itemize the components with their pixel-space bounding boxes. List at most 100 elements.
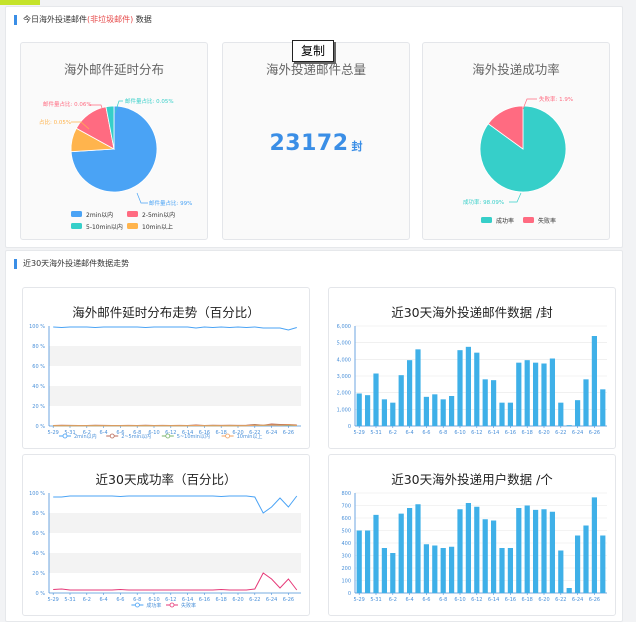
delay-pie-chart: 邮件量占比: 0.06% 邮件量占比: 0.05% 占比: 0.05% 邮件量占…	[39, 97, 192, 231]
mail-volume-chart: 6,000 5,000 4,000 3,000 2,000 1,000 05-29 5-31 6…	[337, 324, 607, 436]
series-line	[53, 495, 298, 514]
x-tick-label: 6-26	[283, 597, 294, 603]
legend-5-10min: 5-10min以内	[86, 223, 123, 231]
bar	[558, 402, 564, 426]
y-tick-label: 1,000	[337, 407, 351, 413]
trend-panel: 近30天海外投递邮件数据走势 海外邮件延时分布走势（百分比） 100 % 80 %…	[5, 250, 623, 622]
y-tick-label: 100	[341, 579, 351, 585]
bar	[373, 514, 379, 593]
delay-legend: 2min以内 2-5min以内 5-10min以内 10min以上	[71, 211, 175, 231]
bar	[583, 525, 589, 593]
bar	[465, 503, 472, 593]
y-tick-label: 0	[348, 424, 351, 430]
pie-label-10min: 占比: 0.05%	[39, 118, 71, 126]
x-tick-label: 6-4	[406, 597, 414, 603]
x-tick-label: 5-31	[370, 597, 381, 603]
bar	[406, 360, 413, 426]
y-tick-label: 2,000	[337, 391, 351, 397]
x-tick-label: 5-29	[354, 597, 365, 603]
x-tick-label: 6-16	[505, 430, 516, 436]
y-tick-label: 80 %	[32, 511, 45, 517]
series-line	[53, 572, 298, 591]
bar	[356, 393, 362, 426]
x-tick-label: 6-14	[488, 597, 499, 603]
x-tick-label: 6-10	[454, 597, 465, 603]
x-tick-label: 6-6	[422, 430, 430, 436]
bar	[516, 508, 522, 593]
y-tick-label: 0 %	[35, 591, 45, 597]
today-panel-title: 今日海外投递邮件(非垃圾邮件) 数据	[14, 15, 152, 25]
y-tick-label: 800	[341, 491, 351, 497]
x-tick-label: 5-31	[64, 597, 75, 603]
legend-swatch-2min	[71, 211, 82, 217]
bar	[482, 519, 488, 593]
y-tick-label: 20 %	[32, 571, 45, 577]
x-tick-label: 6-14	[488, 430, 499, 436]
pie-label-success: 成功率: 98.09%	[463, 198, 504, 206]
x-tick-label: 6-8	[439, 597, 447, 603]
bar	[398, 375, 404, 426]
bar	[499, 402, 505, 426]
bar	[574, 400, 581, 426]
copy-button[interactable]: 复制	[292, 40, 334, 62]
x-tick-label: 6-16	[199, 597, 210, 603]
legend-2min: 2min以内	[86, 211, 113, 219]
bar	[532, 362, 539, 426]
bar	[507, 402, 514, 426]
x-tick-label: 6-20	[538, 597, 549, 603]
bar	[516, 362, 522, 426]
total-count: 23172 封	[223, 131, 409, 156]
mail-volume-card: 近30天海外投递邮件数据 /封 6,000 5,000 4,000 3,000 2,00…	[328, 287, 616, 449]
x-tick-label: 6-12	[471, 597, 482, 603]
x-tick-label: 6-24	[572, 430, 583, 436]
legend-success: 成功率	[496, 217, 514, 225]
y-tick-label: 100 %	[29, 324, 45, 330]
user-volume-chart: 800 700 600 500 400 300 200 100 05-29 5-31 6-2 6-4 6…	[341, 491, 607, 603]
x-tick-label: 6-2	[389, 597, 397, 603]
x-tick-label: 6-22	[555, 597, 566, 603]
legend-label: 2min以内	[74, 433, 97, 440]
success-trend-chart: 100 % 80 % 60 % 40 % 20 % 0 %5-29 5-31 6-2 6-4 6-…	[29, 491, 301, 609]
x-tick-label: 6-22	[249, 597, 260, 603]
y-tick-label: 200	[341, 566, 351, 572]
legend-label: 成功率	[146, 602, 161, 609]
x-tick-label: 6-22	[555, 430, 566, 436]
y-tick-label: 40 %	[32, 384, 45, 390]
legend-label: 失败率	[181, 602, 196, 609]
x-tick-label: 6-4	[406, 430, 414, 436]
x-tick-label: 6-18	[522, 597, 533, 603]
bar	[423, 396, 430, 426]
bar	[432, 545, 438, 593]
bar	[499, 548, 505, 593]
bar	[474, 352, 480, 426]
bar	[448, 546, 455, 593]
bar	[549, 511, 556, 593]
bar	[356, 530, 362, 593]
bar	[583, 379, 589, 426]
bar	[415, 349, 421, 426]
y-tick-label: 80 %	[32, 344, 45, 350]
x-tick-label: 6-24	[266, 430, 277, 436]
y-tick-label: 20 %	[32, 404, 45, 410]
legend-swatch-5-10min	[71, 223, 82, 229]
bar	[566, 425, 572, 426]
x-tick-label: 6-4	[100, 430, 108, 436]
pie-label-fail: 失败率: 1.9%	[539, 95, 573, 103]
bar	[591, 336, 598, 426]
bar	[406, 508, 413, 593]
x-tick-label: 5-29	[354, 430, 365, 436]
delay-pie	[70, 105, 158, 193]
x-tick-label: 6-4	[100, 597, 108, 603]
y-tick-label: 5,000	[337, 341, 351, 347]
title-prefix: 今日海外投递邮件	[23, 15, 87, 24]
x-tick-label: 5-31	[370, 430, 381, 436]
bar	[490, 520, 497, 593]
bar	[566, 588, 572, 593]
legend-label: 10min以上	[237, 433, 263, 440]
trend-panel-title: 近30天海外投递邮件数据走势	[14, 259, 129, 269]
x-tick-label: 6-18	[522, 430, 533, 436]
y-tick-label: 500	[341, 529, 351, 535]
y-tick-label: 700	[341, 504, 351, 510]
x-tick-label: 6-24	[572, 597, 583, 603]
success-legend: 成功率 失败率	[481, 217, 556, 225]
